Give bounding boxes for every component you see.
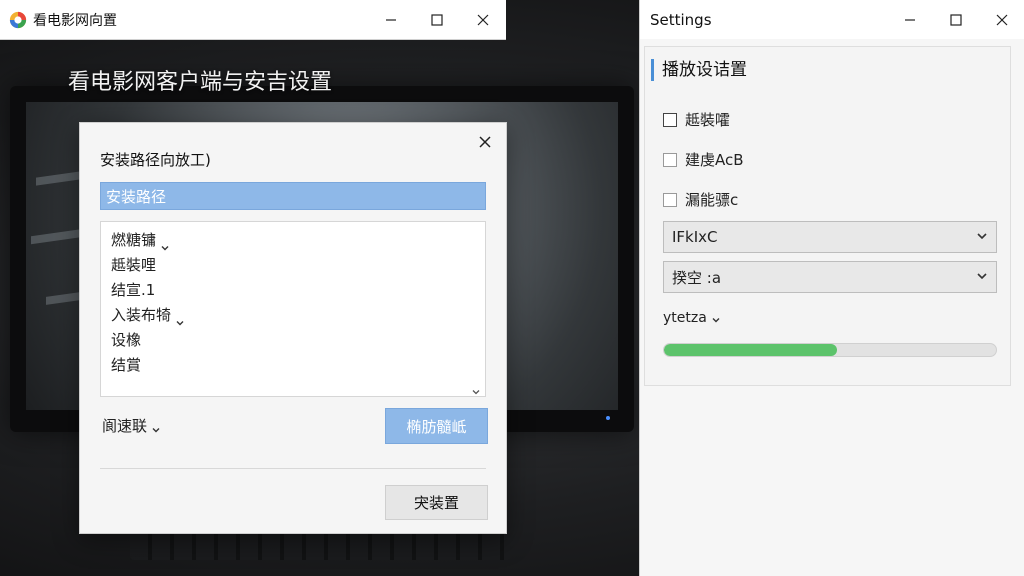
- checkbox-row-2[interactable]: 建虔AcB: [663, 149, 744, 170]
- list-item-label: 结賞: [111, 356, 142, 374]
- app-window-title: 看电影网向置: [33, 12, 117, 29]
- checkbox[interactable]: [663, 152, 677, 167]
- list-item-label: 燃糖镛: [111, 231, 157, 249]
- dialog-close-button[interactable]: [474, 131, 496, 153]
- close-icon: [479, 136, 491, 148]
- list-item[interactable]: 结賞: [111, 353, 475, 378]
- chevron-down-icon: [976, 228, 988, 246]
- install-dialog: 安装路径向放工) 燃糖镛趆裝哩结宣.1 入装布犄设橡结賞 阆速联 椭肪髓岻 宊装置: [79, 122, 507, 534]
- checkbox-label: 建虔AcB: [685, 151, 744, 169]
- settings-title: Settings: [650, 10, 712, 29]
- dialog-divider: [100, 468, 486, 469]
- install-button[interactable]: 宊装置: [385, 485, 488, 520]
- maximize-icon: [431, 13, 443, 26]
- list-item-label: 设橡: [111, 331, 142, 349]
- dropdown-1[interactable]: ΙFkΙxC: [663, 221, 997, 253]
- playback-settings-panel: 播放设诘置 趆裝嚯 建虔AcB 漏能骠c ΙFkΙxC 揆空 :a ytetza: [644, 46, 1011, 386]
- settings-close-button[interactable]: [979, 1, 1024, 39]
- settings-maximize-button[interactable]: [933, 1, 979, 39]
- app-logo-icon: [9, 11, 27, 28]
- chevron-down-icon: [976, 268, 988, 286]
- dropdown-2-value: 揆空 :a: [672, 268, 722, 287]
- checkbox-row-3[interactable]: 漏能骠c: [663, 189, 738, 210]
- chevron-down-icon: [151, 421, 161, 432]
- list-item[interactable]: 结宣.1: [111, 278, 475, 303]
- option-link-select[interactable]: ytetza: [663, 310, 721, 326]
- settings-window: Settings 播放设诘置 趆裝嚯 建虔AcB 漏能骠c ΙFkΙxC 揆空 …: [639, 0, 1024, 576]
- speed-dropdown-label: 阆速联: [102, 417, 148, 435]
- progress-fill: [664, 344, 837, 356]
- list-item-label: 结宣.1: [111, 281, 156, 299]
- close-icon: [477, 14, 489, 25]
- install-path-input[interactable]: [100, 182, 486, 210]
- minimize-icon: [386, 18, 396, 21]
- option-link-label: ytetza: [663, 310, 707, 326]
- app-window-titlebar: 看电影网向置: [0, 0, 506, 40]
- maximize-button[interactable]: [414, 1, 460, 39]
- chevron-down-icon: [711, 313, 721, 323]
- list-item[interactable]: 设橡: [111, 328, 475, 353]
- checkbox[interactable]: [663, 112, 677, 127]
- dialog-heading: 安装路径向放工): [100, 151, 211, 169]
- scroll-down-icon[interactable]: [471, 382, 481, 395]
- list-item-label: 入装布犄: [111, 306, 172, 324]
- close-button[interactable]: [460, 1, 506, 39]
- install-options-list[interactable]: 燃糖镛趆裝哩结宣.1 入装布犄设橡结賞: [100, 221, 486, 397]
- dropdown-2[interactable]: 揆空 :a: [663, 261, 997, 293]
- checkbox-label: 趆裝嚯: [685, 111, 731, 129]
- minimize-icon: [905, 18, 915, 21]
- settings-titlebar: Settings: [640, 0, 1024, 39]
- close-icon: [996, 14, 1008, 25]
- speed-dropdown[interactable]: 阆速联: [102, 415, 161, 436]
- checkbox[interactable]: [663, 192, 677, 207]
- maximize-icon: [950, 13, 962, 26]
- list-item-label: 趆裝哩: [111, 256, 157, 274]
- primary-action-button[interactable]: 椭肪髓岻: [385, 408, 488, 444]
- list-item[interactable]: 入装布犄: [111, 303, 475, 328]
- section-title: 播放设诘置: [651, 59, 747, 81]
- checkbox-label: 漏能骠c: [685, 191, 739, 209]
- checkbox-row-1[interactable]: 趆裝嚯: [663, 109, 730, 130]
- power-led: [606, 416, 610, 420]
- list-item[interactable]: 燃糖镛: [111, 228, 475, 253]
- chevron-down-icon: [160, 236, 170, 250]
- background-headline: 看电影网客户端与安吉设置: [68, 70, 333, 95]
- dropdown-1-value: ΙFkΙxC: [672, 228, 718, 246]
- chevron-down-icon: [175, 311, 185, 325]
- progress-bar: [663, 343, 997, 357]
- settings-minimize-button[interactable]: [887, 1, 933, 39]
- list-item[interactable]: 趆裝哩: [111, 253, 475, 278]
- minimize-button[interactable]: [368, 1, 414, 39]
